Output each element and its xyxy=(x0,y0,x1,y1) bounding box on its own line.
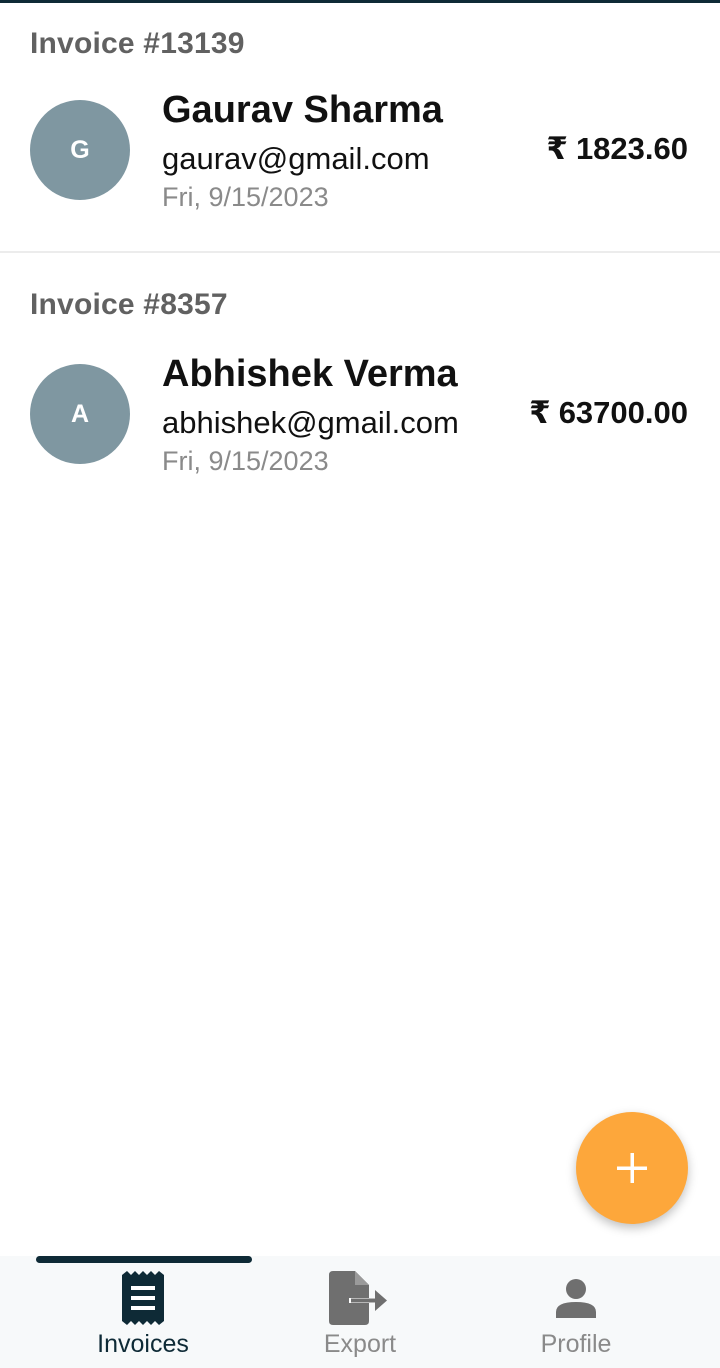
invoice-list-screen: Invoice #13139 G Gaurav Sharma gaurav@gm… xyxy=(0,0,720,1368)
avatar: A xyxy=(30,364,130,464)
nav-item-profile[interactable]: Profile xyxy=(456,1270,696,1368)
nav-item-export[interactable]: Export xyxy=(240,1270,480,1368)
add-invoice-button[interactable] xyxy=(576,1112,688,1224)
amount-value: 63700.00 xyxy=(558,395,688,430)
customer-email: abhishek@gmail.com xyxy=(162,405,459,440)
invoice-amount: ₹1823.60 xyxy=(546,131,688,167)
invoice-number: Invoice #8357 xyxy=(30,288,228,321)
plus-icon xyxy=(617,1153,647,1183)
customer-email: gaurav@gmail.com xyxy=(162,141,430,176)
nav-label: Profile xyxy=(540,1330,612,1358)
customer-name: Abhishek Verma xyxy=(162,353,458,395)
amount-value: 1823.60 xyxy=(575,131,688,166)
person-icon xyxy=(544,1270,608,1326)
invoice-number: Invoice #13139 xyxy=(30,27,245,60)
receipt-icon xyxy=(111,1270,175,1326)
avatar: G xyxy=(30,100,130,200)
nav-label: Export xyxy=(323,1330,397,1358)
invoice-amount: ₹63700.00 xyxy=(529,395,688,431)
currency-symbol: ₹ xyxy=(546,131,568,166)
bottom-navigation: Invoices Export Profile xyxy=(0,1256,720,1368)
invoice-date: Fri, 9/15/2023 xyxy=(162,182,329,212)
nav-label: Invoices xyxy=(97,1330,189,1358)
avatar-initial: A xyxy=(70,399,90,428)
file-export-icon xyxy=(328,1270,392,1326)
invoice-date: Fri, 9/15/2023 xyxy=(162,446,329,476)
active-tab-indicator xyxy=(36,1256,252,1263)
customer-name: Gaurav Sharma xyxy=(162,89,443,131)
avatar-initial: G xyxy=(70,135,90,164)
invoice-card[interactable]: Invoice #8357 A Abhishek Verma abhishek@… xyxy=(0,267,720,517)
nav-item-invoices[interactable]: Invoices xyxy=(23,1270,263,1368)
invoice-card[interactable]: Invoice #13139 G Gaurav Sharma gaurav@gm… xyxy=(0,3,720,253)
currency-symbol: ₹ xyxy=(529,395,551,430)
